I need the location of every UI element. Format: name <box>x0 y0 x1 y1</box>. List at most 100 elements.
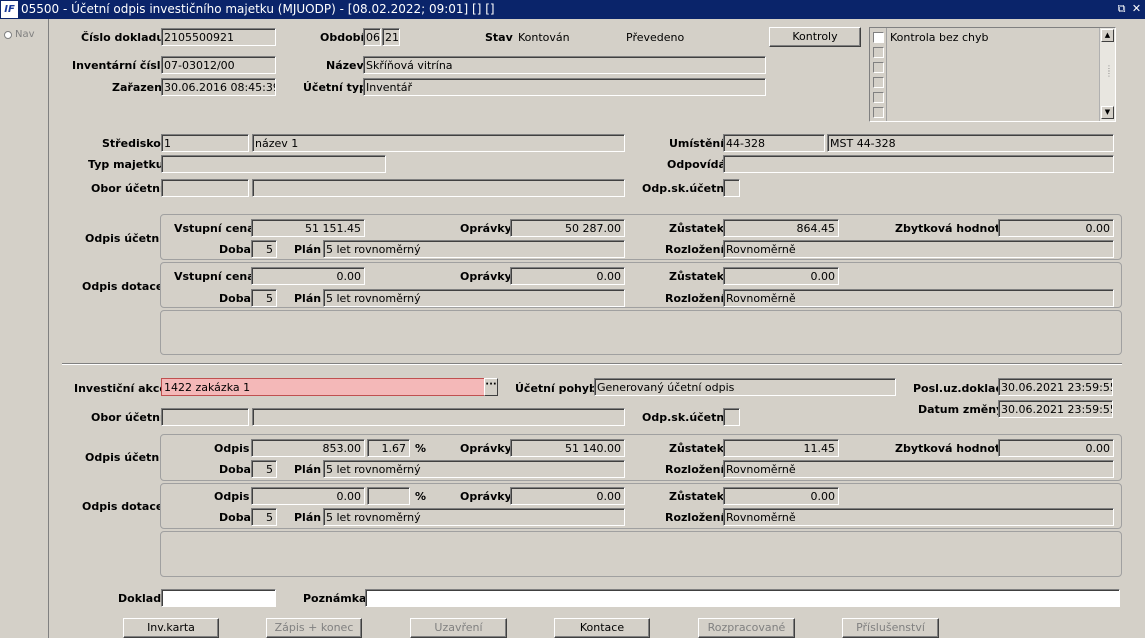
typ-majetku-label: Typ majetku <box>88 158 164 171</box>
rozpracovane-button[interactable]: Rozpracované <box>698 618 795 638</box>
obor-ucetni-label: Obor účetní <box>91 411 164 424</box>
inventarni-cislo-field[interactable]: 07-03012/00 <box>161 56 276 74</box>
app-logo-icon: IF <box>1 1 18 18</box>
zapis-konec-button[interactable]: Zápis + konec <box>266 618 362 638</box>
odpovida-field[interactable] <box>723 155 1114 173</box>
cislo-dokladu-label: Číslo dokladu <box>81 31 165 44</box>
close-window-icon[interactable]: ✕ <box>1130 2 1143 16</box>
rozlozeni-field[interactable]: Rovnoměrně <box>723 508 1114 526</box>
plan-field[interactable]: 5 let rovnoměrný <box>323 240 625 258</box>
odp-sk-ucetni-field[interactable] <box>723 179 740 197</box>
doba-label: Doba <box>219 243 251 256</box>
odp-sk-ucetni-field[interactable] <box>723 408 740 426</box>
investicni-akce-lookup-button[interactable]: ··· <box>484 378 498 396</box>
restore-window-icon[interactable]: ⧉ <box>1115 2 1128 16</box>
cislo-dokladu-field[interactable]: 2105500921 <box>161 28 276 46</box>
obor-ucetni-code-field[interactable] <box>161 179 249 197</box>
umisteni-code-field[interactable]: 44-328 <box>723 134 825 152</box>
posl-uz-doklad-field[interactable]: 30.06.2021 23:59:55 <box>998 378 1113 396</box>
kontace-button[interactable]: Kontace <box>554 618 650 638</box>
scroll-up-icon[interactable]: ▲ <box>1101 29 1114 42</box>
umisteni-name-field[interactable]: MST 44-328 <box>827 134 1114 152</box>
odp-sk-ucetni-label: Odp.sk.účetní <box>642 182 728 195</box>
obdobi-month-field[interactable]: 06 <box>363 28 381 46</box>
zustatek-label: Zůstatek <box>669 222 725 235</box>
vstupni-cena-field[interactable]: 51 151.45 <box>251 219 365 237</box>
zustatek-label: Zůstatek <box>669 490 725 503</box>
kontrola-checkbox[interactable] <box>873 107 884 118</box>
typ-majetku-field[interactable] <box>161 155 386 173</box>
plan-field[interactable]: 5 let rovnoměrný <box>323 289 625 307</box>
opravky-label: Oprávky <box>460 270 512 283</box>
inv-karta-button[interactable]: Inv.karta <box>123 618 219 638</box>
zustatek-field[interactable]: 11.45 <box>723 439 839 457</box>
rozlozeni-field[interactable]: Rovnoměrně <box>723 460 1114 478</box>
doba-field[interactable]: 5 <box>251 460 277 478</box>
obor-ucetni-code-field[interactable] <box>161 408 249 426</box>
scroll-grip-icon[interactable]: ⋮ ⋮ <box>1105 65 1113 78</box>
doba-field[interactable]: 5 <box>251 508 277 526</box>
doklad-field[interactable] <box>161 589 276 607</box>
rozlozeni-label: Rozložení <box>665 243 725 256</box>
zustatek-field[interactable]: 864.45 <box>723 219 839 237</box>
uzavreni-button[interactable]: Uzavření <box>410 618 507 638</box>
doba-field[interactable]: 5 <box>251 289 277 307</box>
zbytkova-hodnota-field[interactable]: 0.00 <box>998 219 1114 237</box>
plan-label: Plán <box>294 511 322 524</box>
investicni-akce-field[interactable]: 1422 zakázka 1 <box>161 378 486 396</box>
stredisko-name-field[interactable]: název 1 <box>252 134 625 152</box>
stav-value: Kontován <box>518 31 570 44</box>
prislusenstvi-button[interactable]: Příslušenství <box>842 618 939 638</box>
obdobi-year-field[interactable]: 21 <box>382 28 400 46</box>
umisteni-label: Umístění <box>669 137 725 150</box>
kontrola-checkbox[interactable] <box>873 47 884 58</box>
kontrola-list[interactable]: Kontrola bez chyb ▲ ⋮ ⋮ ▼ <box>869 27 1116 122</box>
plan-field[interactable]: 5 let rovnoměrný <box>323 460 625 478</box>
stav-label: Stav <box>485 31 513 44</box>
kontrola-scrollbar[interactable]: ▲ ⋮ ⋮ ▼ <box>1099 28 1115 121</box>
odpovida-label: Odpovídá <box>667 158 726 171</box>
ucetni-typ-field[interactable]: Inventář <box>363 78 766 96</box>
rozlozeni-field[interactable]: Rovnoměrně <box>723 240 1114 258</box>
procento-field[interactable]: 1.67 <box>367 439 410 457</box>
zarazen-field[interactable]: 30.06.2016 08:45:39 <box>161 78 276 96</box>
opravky-field[interactable]: 51 140.00 <box>510 439 625 457</box>
kontroly-button[interactable]: Kontroly <box>769 27 861 47</box>
obor-ucetni-name-field[interactable] <box>252 408 625 426</box>
kontrola-checkbox[interactable] <box>873 32 884 43</box>
rozlozeni-label: Rozložení <box>665 292 725 305</box>
stredisko-code-field[interactable]: 1 <box>161 134 249 152</box>
doba-label: Doba <box>219 511 251 524</box>
vstupni-cena-field[interactable]: 0.00 <box>251 267 365 285</box>
procento-sign: % <box>415 490 427 503</box>
doba-field[interactable]: 5 <box>251 240 277 258</box>
obdobi-label: Období <box>320 31 365 44</box>
poznamka-label: Poznámka <box>303 592 367 605</box>
obor-ucetni-name-field[interactable] <box>252 179 625 197</box>
odpis-label: Odpis <box>214 442 250 455</box>
kontrola-checkbox[interactable] <box>873 92 884 103</box>
kontrola-checkbox[interactable] <box>873 77 884 88</box>
procento-field[interactable] <box>367 487 410 505</box>
scroll-down-icon[interactable]: ▼ <box>1101 106 1114 119</box>
kontrola-divider <box>886 28 887 121</box>
plan-field[interactable]: 5 let rovnoměrný <box>323 508 625 526</box>
datum-zmeny-field[interactable]: 30.06.2021 23:59:55 <box>998 400 1113 418</box>
ucetni-pohyb-field[interactable]: Generovaný účetní odpis <box>594 378 896 396</box>
zustatek-field[interactable]: 0.00 <box>723 267 839 285</box>
opravky-field[interactable]: 0.00 <box>510 267 625 285</box>
obor-ucetni-label: Obor účetní <box>91 182 164 195</box>
procento-sign: % <box>415 442 427 455</box>
zustatek-field[interactable]: 0.00 <box>723 487 839 505</box>
poznamka-field[interactable] <box>365 589 1120 607</box>
zbytkova-hodnota-field[interactable]: 0.00 <box>998 439 1114 457</box>
odpis-field[interactable]: 853.00 <box>251 439 365 457</box>
odpis-field[interactable]: 0.00 <box>251 487 365 505</box>
opravky-field[interactable]: 50 287.00 <box>510 219 625 237</box>
nav-radio-icon[interactable] <box>4 31 12 39</box>
opravky-field[interactable]: 0.00 <box>510 487 625 505</box>
kontrola-checkbox[interactable] <box>873 62 884 73</box>
doba-label: Doba <box>219 463 251 476</box>
rozlozeni-field[interactable]: Rovnoměrně <box>723 289 1114 307</box>
nazev-field[interactable]: Skříňová vitrína <box>363 56 766 74</box>
